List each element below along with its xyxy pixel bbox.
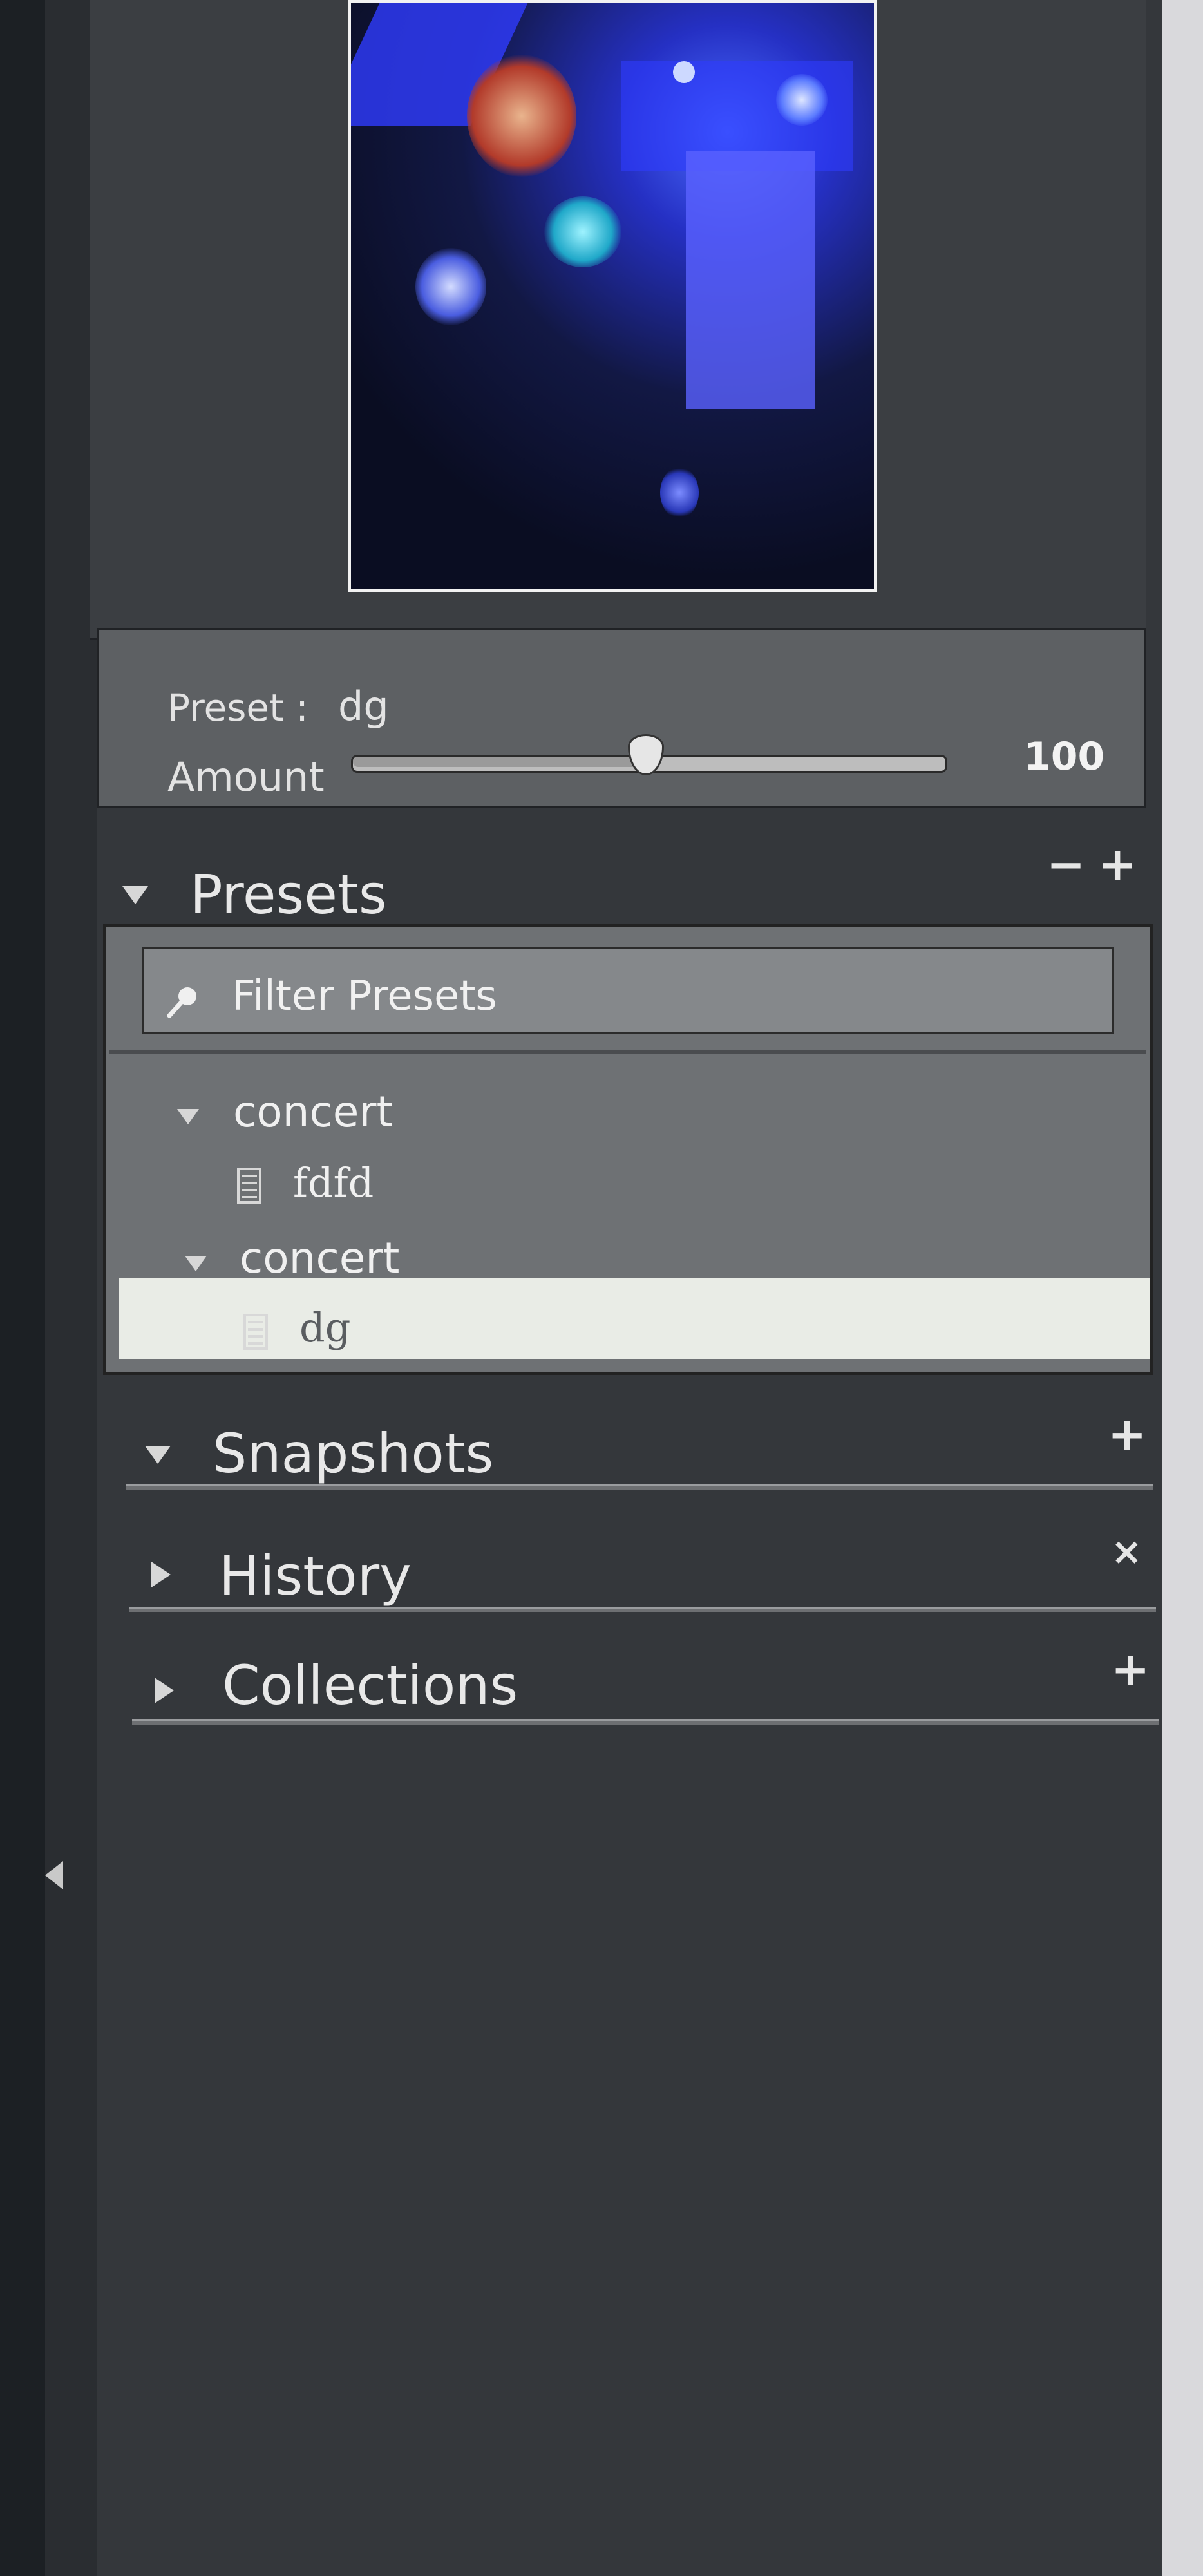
group-expand-icon[interactable] <box>185 1256 207 1271</box>
document-icon <box>243 1314 268 1350</box>
amount-slider-fill <box>353 757 646 767</box>
add-collection-icon[interactable]: + <box>1111 1642 1150 1696</box>
window-right-edge <box>1162 0 1203 2576</box>
remove-preset-icon[interactable]: − <box>1047 837 1085 891</box>
preset-group-label[interactable]: concert <box>233 1087 393 1137</box>
collections-title[interactable]: Collections <box>222 1654 518 1717</box>
snapshots-title[interactable]: Snapshots <box>213 1422 493 1485</box>
document-icon <box>237 1168 261 1204</box>
filter-presets-placeholder: Filter Presets <box>232 972 497 1020</box>
add-snapshot-icon[interactable]: + <box>1108 1407 1146 1461</box>
amount-value: 100 <box>1024 734 1105 779</box>
add-preset-icon[interactable]: + <box>1098 837 1137 891</box>
clear-history-icon[interactable]: × <box>1111 1530 1142 1573</box>
section-separator <box>126 1484 1153 1490</box>
preset-item-selected[interactable]: dg <box>299 1304 350 1351</box>
preset-label: Preset : <box>167 686 308 730</box>
navigator-preview-image[interactable] <box>348 0 877 592</box>
presets-expand-icon[interactable] <box>122 886 148 904</box>
search-icon <box>167 987 196 1018</box>
history-expand-icon[interactable] <box>151 1562 171 1587</box>
amount-label: Amount <box>167 753 325 800</box>
collapse-left-icon[interactable] <box>45 1861 63 1889</box>
section-separator <box>132 1719 1159 1725</box>
section-separator <box>129 1607 1156 1612</box>
tree-divider <box>109 1050 1146 1054</box>
history-title[interactable]: History <box>219 1544 412 1607</box>
presets-title[interactable]: Presets <box>190 863 387 926</box>
snapshots-expand-icon[interactable] <box>145 1446 171 1464</box>
selected-preset-row[interactable] <box>119 1278 1150 1359</box>
preset-group-label[interactable]: concert <box>240 1233 399 1283</box>
group-expand-icon[interactable] <box>177 1109 199 1124</box>
preset-value: dg <box>338 683 389 730</box>
window-left-edge <box>0 0 45 2576</box>
preset-item[interactable]: fdfd <box>293 1159 374 1206</box>
collections-expand-icon[interactable] <box>155 1678 174 1703</box>
